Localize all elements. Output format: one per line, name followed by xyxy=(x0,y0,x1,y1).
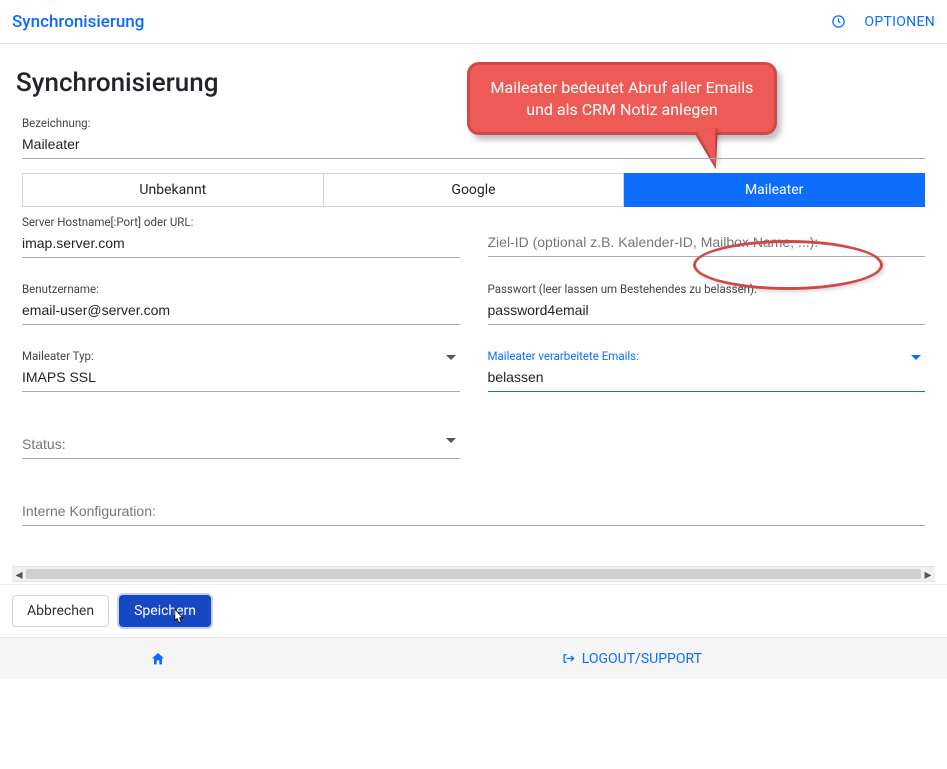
input-passwort[interactable] xyxy=(488,298,926,325)
field-interne-konfiguration xyxy=(22,499,925,526)
logout-support-link[interactable]: LOGOUT/SUPPORT xyxy=(316,651,947,667)
field-server: Server Hostname[:Port] oder URL: xyxy=(22,215,460,258)
field-ziel-id xyxy=(488,215,926,258)
scroll-left-arrow-icon[interactable]: ◂ xyxy=(12,567,26,583)
content-area: Synchronisierung Maileater bedeutet Abru… xyxy=(0,44,947,584)
horizontal-scrollbar[interactable]: ◂ ▸ xyxy=(12,566,935,582)
breadcrumb-title[interactable]: Synchronisierung xyxy=(12,12,144,32)
input-benutzername[interactable] xyxy=(22,298,460,325)
field-passwort: Passwort (leer lassen um Bestehendes zu … xyxy=(488,282,926,325)
field-status xyxy=(22,432,460,459)
logout-icon xyxy=(561,651,576,667)
label-verarbeitete-emails: Maileater verarbeitete Emails: xyxy=(488,349,926,363)
type-segmented-control: Unbekannt Google Maileater xyxy=(22,173,925,207)
footer-bar: LOGOUT/SUPPORT xyxy=(0,637,947,679)
field-maileater-typ: Maileater Typ: xyxy=(22,349,460,392)
input-interne-konfiguration[interactable] xyxy=(22,499,925,526)
segment-maileater[interactable]: Maileater xyxy=(624,173,925,207)
select-verarbeitete-emails[interactable] xyxy=(488,365,926,392)
topbar: Synchronisierung OPTIONEN xyxy=(0,0,947,44)
save-button[interactable]: Speichern xyxy=(119,595,211,627)
select-status[interactable] xyxy=(22,432,460,459)
options-link[interactable]: OPTIONEN xyxy=(864,14,935,30)
action-bar: Abbrechen Speichern xyxy=(0,584,947,637)
segment-google[interactable]: Google xyxy=(324,173,625,207)
logout-support-label: LOGOUT/SUPPORT xyxy=(582,651,702,667)
input-server[interactable] xyxy=(22,231,460,258)
field-benutzername: Benutzername: xyxy=(22,282,460,325)
input-ziel-id[interactable] xyxy=(488,230,926,257)
segment-unbekannt[interactable]: Unbekannt xyxy=(22,173,324,207)
annotation-callout-text: Maileater bedeutet Abruf aller Emails un… xyxy=(491,78,754,119)
label-bezeichnung: Bezeichnung: xyxy=(22,116,925,130)
scroll-right-arrow-icon[interactable]: ▸ xyxy=(921,567,935,583)
input-bezeichnung[interactable] xyxy=(22,132,925,159)
cancel-button[interactable]: Abbrechen xyxy=(12,595,109,627)
home-icon[interactable] xyxy=(150,650,166,666)
select-maileater-typ[interactable] xyxy=(22,365,460,392)
field-bezeichnung: Bezeichnung: xyxy=(22,116,925,159)
label-server: Server Hostname[:Port] oder URL: xyxy=(22,215,460,229)
label-maileater-typ: Maileater Typ: xyxy=(22,349,460,363)
field-verarbeitete-emails: Maileater verarbeitete Emails: xyxy=(488,349,926,392)
clock-icon[interactable] xyxy=(830,14,846,30)
scroll-thumb[interactable] xyxy=(26,569,921,579)
form-area: Bezeichnung: Unbekannt Google Maileater … xyxy=(12,116,935,526)
label-passwort: Passwort (leer lassen um Bestehendes zu … xyxy=(488,282,926,296)
label-benutzername: Benutzername: xyxy=(22,282,460,296)
